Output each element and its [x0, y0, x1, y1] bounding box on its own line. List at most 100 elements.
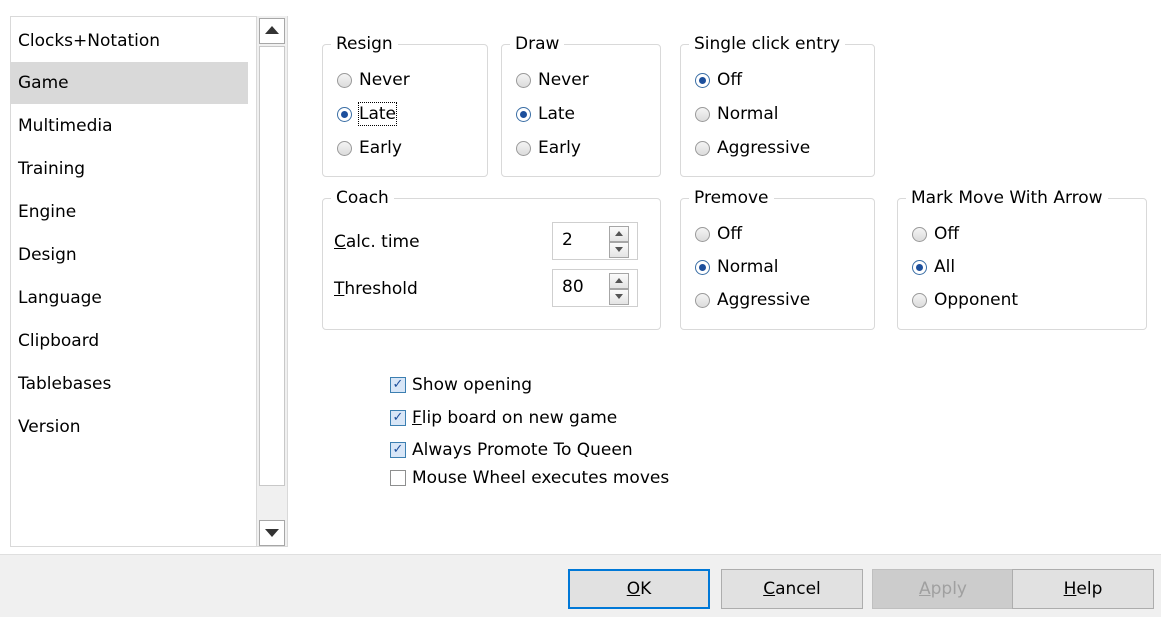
mark-move-all-radio[interactable]: All	[912, 254, 955, 280]
resign-early-radio[interactable]: Early	[337, 135, 402, 161]
label-text: Always Promote To Queen	[412, 440, 633, 460]
mark-move-with-arrow-group: Mark Move With Arrow Off All Opponent	[897, 186, 1147, 330]
radio-icon[interactable]	[516, 72, 531, 88]
mark-move-group-title: Mark Move With Arrow	[906, 186, 1108, 210]
premove-off-radio[interactable]: Off	[695, 221, 742, 247]
calc-time-label: Calc. time	[334, 232, 420, 252]
draw-never-radio[interactable]: Never	[516, 67, 589, 93]
check-icon[interactable]: ✓	[390, 442, 406, 458]
threshold-spinner[interactable]: 80	[552, 269, 638, 307]
spin-down-icon	[615, 294, 623, 299]
category-item-engine[interactable]: Engine	[10, 191, 248, 233]
radio-icon[interactable]	[337, 140, 352, 156]
resign-never-radio[interactable]: Never	[337, 67, 410, 93]
radio-icon[interactable]	[337, 72, 352, 88]
category-item-version[interactable]: Version	[10, 406, 248, 448]
help-button[interactable]: Help	[1012, 569, 1154, 609]
radio-label: Never	[359, 70, 410, 90]
draw-group: Draw Never Late Early	[501, 32, 661, 177]
mnemonic-letter: O	[626, 579, 641, 599]
single-click-normal-radio[interactable]: Normal	[695, 101, 779, 127]
resign-group-title: Resign	[331, 32, 398, 56]
calc-time-value[interactable]: 2	[562, 230, 573, 250]
radio-label: Opponent	[934, 290, 1019, 310]
check-label: Show opening	[412, 375, 532, 395]
check-label: Flip board on new game	[412, 408, 617, 428]
arrow-up-icon	[265, 26, 279, 34]
category-item-clipboard[interactable]: Clipboard	[10, 320, 248, 362]
radio-label: Early	[538, 138, 581, 158]
mnemonic-letter: C	[334, 232, 346, 252]
radio-label: Aggressive	[717, 290, 811, 310]
category-item-language[interactable]: Language	[10, 277, 248, 319]
premove-group: Premove Off Normal Aggressive	[680, 186, 875, 330]
scroll-down-button[interactable]	[259, 520, 285, 546]
radio-label: Normal	[717, 104, 779, 124]
resign-late-radio[interactable]: Late	[337, 101, 398, 127]
coach-group: Coach	[322, 186, 661, 330]
spin-up-icon	[615, 278, 623, 283]
label-text: Mouse Wheel executes moves	[412, 468, 670, 488]
threshold-increment-button[interactable]	[609, 273, 629, 289]
apply-button[interactable]: Apply	[872, 569, 1014, 609]
premove-aggressive-radio[interactable]: Aggressive	[695, 287, 810, 313]
label-text: Show opening	[412, 375, 532, 395]
resign-group: Resign Never Late Early	[322, 32, 488, 177]
single-click-aggressive-radio[interactable]: Aggressive	[695, 135, 810, 161]
show-opening-checkbox[interactable]: ✓ Show opening	[390, 372, 532, 398]
always-promote-queen-checkbox[interactable]: ✓ Always Promote To Queen	[390, 437, 633, 463]
single-click-off-radio[interactable]: Off	[695, 67, 742, 93]
radio-selected-icon[interactable]	[695, 72, 710, 88]
radio-icon[interactable]	[912, 292, 927, 308]
scroll-up-button[interactable]	[259, 18, 285, 44]
category-item-tablebases[interactable]: Tablebases	[10, 363, 248, 405]
mark-move-off-radio[interactable]: Off	[912, 221, 959, 247]
check-icon[interactable]: ✓	[390, 377, 406, 393]
radio-icon[interactable]	[516, 140, 531, 156]
radio-icon[interactable]	[695, 106, 710, 122]
button-label: elp	[1076, 579, 1103, 599]
radio-selected-icon[interactable]	[516, 106, 531, 122]
cancel-button[interactable]: Cancel	[721, 569, 863, 609]
premove-group-title: Premove	[689, 186, 774, 210]
draw-late-radio[interactable]: Late	[516, 101, 575, 127]
category-item-clocks-notation[interactable]: Clocks+Notation	[10, 20, 248, 62]
draw-group-title: Draw	[510, 32, 565, 56]
flip-board-checkbox[interactable]: ✓ Flip board on new game	[390, 405, 617, 431]
unchecked-box-icon[interactable]	[390, 470, 406, 486]
radio-icon[interactable]	[695, 140, 710, 156]
radio-selected-icon[interactable]	[695, 259, 710, 275]
radio-icon[interactable]	[695, 292, 710, 308]
radio-icon[interactable]	[912, 226, 927, 242]
category-item-training[interactable]: Training	[10, 148, 248, 190]
mnemonic-letter: A	[918, 579, 931, 599]
radio-selected-icon[interactable]	[912, 259, 927, 275]
calc-time-spinner[interactable]: 2	[552, 222, 638, 260]
category-item-game[interactable]: Game	[10, 62, 248, 104]
category-scrollbar[interactable]	[256, 16, 287, 546]
category-item-design[interactable]: Design	[10, 234, 248, 276]
radio-label: All	[934, 257, 956, 277]
radio-selected-icon[interactable]	[337, 106, 352, 122]
coach-group-title: Coach	[331, 186, 394, 210]
radio-label: Never	[538, 70, 589, 90]
calc-time-decrement-button[interactable]	[609, 242, 629, 258]
check-icon[interactable]: ✓	[390, 410, 406, 426]
radio-label: Off	[934, 224, 960, 244]
spin-up-icon	[615, 231, 623, 236]
threshold-value[interactable]: 80	[562, 277, 584, 297]
threshold-decrement-button[interactable]	[609, 289, 629, 305]
scroll-thumb[interactable]	[259, 46, 285, 486]
mark-move-opponent-radio[interactable]: Opponent	[912, 287, 1018, 313]
premove-normal-radio[interactable]: Normal	[695, 254, 779, 280]
calc-time-increment-button[interactable]	[609, 226, 629, 242]
mnemonic-letter: F	[412, 408, 422, 428]
mouse-wheel-moves-checkbox[interactable]: Mouse Wheel executes moves	[390, 465, 669, 491]
draw-early-radio[interactable]: Early	[516, 135, 581, 161]
radio-label: Early	[359, 138, 402, 158]
ok-button[interactable]: OK	[568, 569, 710, 609]
threshold-label: Threshold	[334, 279, 418, 299]
radio-label: Late	[357, 102, 398, 126]
radio-icon[interactable]	[695, 226, 710, 242]
category-item-multimedia[interactable]: Multimedia	[10, 105, 248, 147]
